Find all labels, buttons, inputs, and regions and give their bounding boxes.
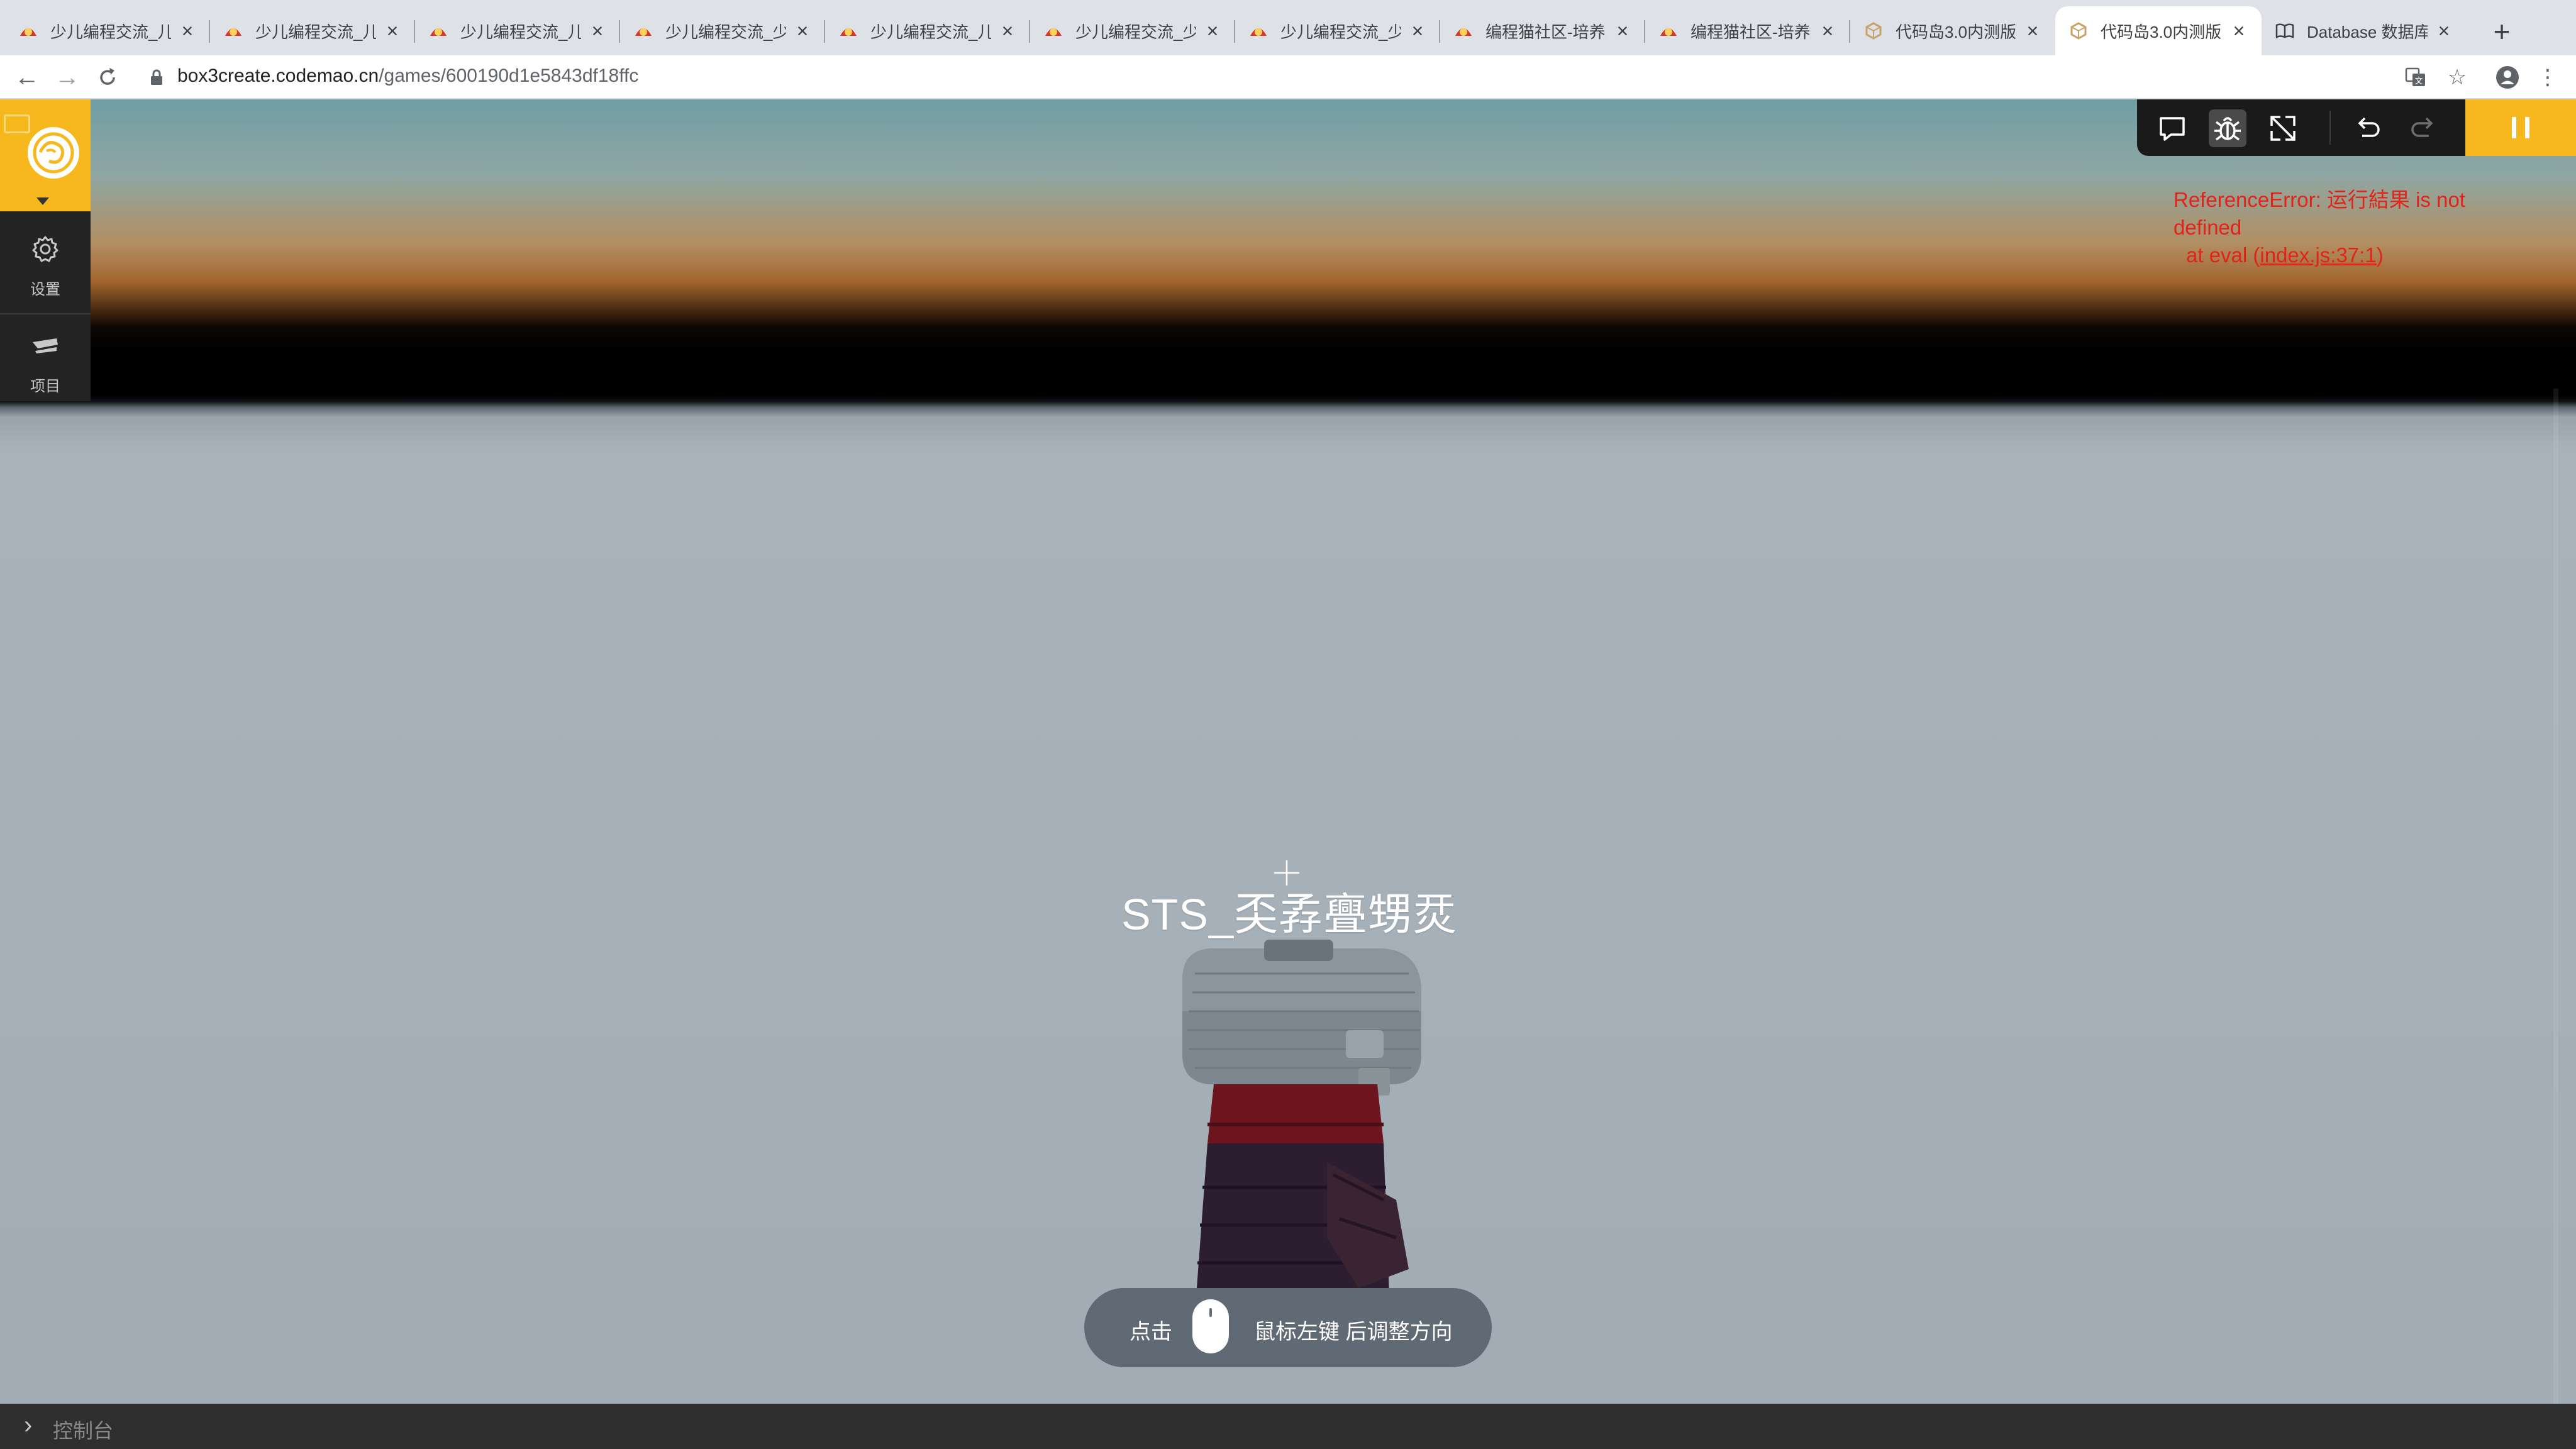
tab-title: 编程猫社区-培养未	[1690, 22, 1811, 42]
codemao-icon	[19, 21, 38, 40]
box3-icon	[2069, 21, 2088, 40]
svg-text:文: 文	[2414, 77, 2423, 86]
sidebar-item-settings[interactable]: 设置	[0, 218, 91, 306]
box3-icon	[1864, 21, 1883, 40]
browser-tab[interactable]: 少儿编程交流_少儿 ×	[620, 6, 825, 55]
sidebar-item-label: 项目	[30, 378, 60, 395]
error-source-link[interactable]: index.js:37:1	[2260, 243, 2376, 267]
browser-tab[interactable]: 编程猫社区-培养未 ×	[1440, 6, 1645, 55]
codemao-icon	[224, 21, 243, 40]
browser-tab[interactable]: 少儿编程交流_儿童 ×	[5, 6, 210, 55]
close-tab-icon[interactable]: ×	[794, 21, 811, 41]
tab-title: Database 数据库	[2307, 22, 2428, 42]
gear-icon	[32, 236, 58, 262]
box3-logo[interactable]	[0, 99, 91, 211]
sidebar-item-label: 设置	[30, 281, 60, 298]
pause-icon	[2512, 117, 2516, 138]
codemao-icon	[429, 21, 448, 40]
browser-tab[interactable]: 少儿编程交流_少儿 ×	[1235, 6, 1440, 55]
tab-title: 编程猫社区-培养未	[1485, 22, 1606, 42]
hint-action-label: 鼠标左键 后调整方向	[1254, 1320, 1453, 1344]
browser-tab[interactable]: 少儿编程交流_少儿 ×	[1030, 6, 1235, 55]
error-line-1: ReferenceError: 运行結果 is not defined	[2174, 188, 2465, 239]
console-label: 控制台	[53, 1419, 114, 1442]
book-icon	[2275, 21, 2294, 40]
browser-menu-icon[interactable]: ⋮	[2531, 60, 2565, 94]
dropdown-arrow-icon[interactable]	[36, 197, 49, 205]
console-bar[interactable]: › 控制台	[0, 1404, 2576, 1449]
close-tab-icon[interactable]: ×	[589, 21, 606, 41]
browser-tab[interactable]: 少儿编程交流_儿童 ×	[825, 6, 1030, 55]
project-icon	[33, 338, 58, 353]
codemao-icon	[1249, 21, 1268, 40]
codemao-icon	[1659, 21, 1678, 40]
codemao-icon	[1454, 21, 1473, 40]
fullscreen-icon[interactable]	[2264, 109, 2302, 147]
pause-button[interactable]	[2465, 99, 2576, 156]
profile-avatar-icon[interactable]	[2490, 60, 2524, 94]
tab-title: 少儿编程交流_儿童	[255, 22, 376, 42]
close-tab-icon[interactable]: ×	[384, 21, 401, 41]
bug-icon[interactable]	[2209, 109, 2246, 147]
collapse-tab-icon[interactable]	[4, 114, 30, 133]
close-tab-icon[interactable]: ×	[2230, 21, 2248, 41]
tab-title: 代码岛3.0内测版	[1896, 22, 2016, 42]
close-tab-icon[interactable]: ×	[1409, 21, 1426, 41]
game-viewport[interactable]: STS_奀孨亹甥烎	[0, 99, 2576, 1404]
sidebar-item-project[interactable]: 项目	[0, 314, 91, 402]
close-tab-icon[interactable]: ×	[2024, 21, 2041, 41]
tab-title: 少儿编程交流_少儿	[665, 22, 786, 42]
browser-tab-strip: 少儿编程交流_儿童 × 少儿编程交流_儿童 × 少儿编程交流_儿童 × 少儿编程…	[0, 0, 2576, 55]
control-hint: 点击 鼠标左键 后调整方向	[1084, 1288, 1492, 1367]
viewport-scrollbar[interactable]	[2553, 389, 2558, 1404]
hint-click-label: 点击	[1130, 1320, 1172, 1344]
browser-tab[interactable]: 编程猫社区-培养未 ×	[1645, 6, 1850, 55]
player-name-tag: STS_奀孨亹甥烎	[1121, 890, 1458, 939]
tab-title: 少儿编程交流_少儿	[1280, 22, 1401, 42]
close-tab-icon[interactable]: ×	[999, 21, 1016, 41]
close-tab-icon[interactable]: ×	[2435, 21, 2453, 41]
logo-mark-icon	[28, 127, 79, 179]
bookmark-star-icon[interactable]: ☆	[2440, 60, 2474, 94]
reload-icon[interactable]	[91, 60, 125, 94]
mouse-icon	[1192, 1299, 1229, 1353]
close-tab-icon[interactable]: ×	[1204, 21, 1221, 41]
tab-title: 代码岛3.0内测版	[2101, 22, 2222, 42]
editor-sidebar: 设置 项目	[0, 99, 91, 401]
control-divider	[2329, 111, 2331, 145]
lock-icon[interactable]	[150, 69, 164, 86]
chat-icon[interactable]	[2153, 109, 2191, 147]
tab-title: 少儿编程交流_儿童	[870, 22, 991, 42]
chevron-right-icon[interactable]: ›	[24, 1413, 32, 1438]
browser-tab[interactable]: 少儿编程交流_儿童 ×	[415, 6, 620, 55]
forward-icon[interactable]: →	[50, 60, 84, 94]
browser-tab[interactable]: 少儿编程交流_儿童 ×	[210, 6, 415, 55]
translate-icon[interactable]: 文	[2399, 60, 2433, 94]
close-tab-icon[interactable]: ×	[1614, 21, 1631, 41]
redo-icon[interactable]	[2404, 109, 2441, 147]
browser-tab[interactable]: 代码岛3.0内测版 ×	[1850, 6, 2055, 55]
back-icon[interactable]: ←	[10, 60, 44, 94]
codemao-icon	[1044, 21, 1063, 40]
address-bar[interactable]: box3create.codemao.cn/games/600190d1e584…	[177, 65, 638, 87]
browser-tab[interactable]: Database 数据库 ×	[2262, 6, 2467, 55]
browser-toolbar: ← → box3create.codemao.cn/games/600190d1…	[0, 55, 2576, 99]
browser-tab-active[interactable]: 代码岛3.0内测版 ×	[2055, 6, 2262, 55]
error-line-2: at eval (index.js:37:1)	[2186, 243, 2384, 267]
undo-icon[interactable]	[2350, 109, 2387, 147]
new-tab-button[interactable]: +	[2484, 14, 2519, 49]
tab-title: 少儿编程交流_儿童	[460, 22, 581, 42]
editor-control-bar	[2137, 99, 2465, 156]
url-host: box3create.codemao.cn	[177, 65, 379, 86]
close-tab-icon[interactable]: ×	[1819, 21, 1836, 41]
url-path: /games/600190d1e5843df18ffc	[379, 65, 639, 86]
tab-title: 少儿编程交流_儿童	[50, 22, 171, 42]
codemao-icon	[634, 21, 653, 40]
close-tab-icon[interactable]: ×	[179, 21, 196, 41]
player-avatar[interactable]	[1170, 936, 1434, 1338]
tab-title: 少儿编程交流_少儿	[1075, 22, 1196, 42]
runtime-error-message: ReferenceError: 运行結果 is not defined at e…	[2174, 186, 2501, 269]
codemao-icon	[839, 21, 858, 40]
